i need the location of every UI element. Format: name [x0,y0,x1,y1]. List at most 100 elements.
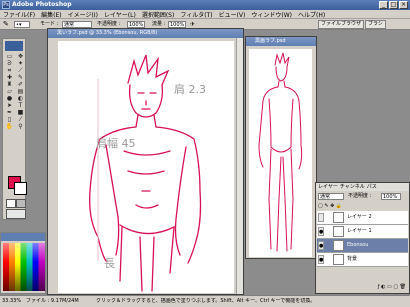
tab-channels[interactable]: チャンネル [340,183,365,191]
sketch-note-2: 肩幅 45 [96,136,136,150]
zoom-tool-icon[interactable]: ⚲ [15,123,26,130]
eye-icon[interactable]: ● [318,255,324,264]
standard-mode-icon[interactable] [6,199,16,208]
sketch-note-3: 長 [104,257,115,270]
status-bar: 33.33% ファイル : 9.17M/24M クリック＆ドラッグすると、描画色… [0,295,410,307]
swatches-panel [0,232,46,294]
layer-row[interactable]: レイヤー 2 [317,211,408,225]
layer-visibility-toggle[interactable] [318,213,324,222]
layer-opacity-field[interactable]: 100% [381,193,401,200]
sketch-note-1: 肩 2.3 [174,82,206,96]
layer-thumbnail [333,254,344,265]
layer-thumbnail [333,240,344,251]
tab-layers[interactable]: レイヤー [318,183,338,191]
brush-tool-icon[interactable]: ✎ [15,74,26,81]
dodge-tool-icon[interactable]: ◐ [15,95,26,102]
layer-blend-mode-select[interactable]: 通常 [318,193,344,200]
zoom-level[interactable]: 33.33% [2,298,21,305]
mode-select[interactable]: 通常 [62,21,92,28]
minimize-button[interactable]: _ [379,1,388,9]
layer-name: レイヤー 1 [347,228,372,234]
flow-label: 流量 : [152,21,166,27]
lasso-tool-icon[interactable]: ᘐ [4,60,15,67]
layer-lock-icons[interactable]: ▢ ✎ ✥ 🔒 [318,203,402,209]
background-color-swatch[interactable] [14,182,27,195]
window-title: Adobe Photoshop [12,1,72,8]
eye-icon[interactable]: ● [318,241,324,250]
close-button[interactable]: × [399,1,408,9]
layer-row[interactable]: ● レイヤー 1 [317,225,408,239]
type-tool-icon[interactable]: T [15,102,26,109]
document-title-2[interactable]: 黒画ラフ.psd [246,37,316,46]
shape-tool-icon[interactable]: ■ [15,109,26,116]
layer-panel-buttons[interactable]: ƒ ◐ ▭ ▢ 🗑 [318,283,406,291]
crop-tool-icon[interactable]: ⌗ [4,67,15,74]
layer-thumbnail [333,212,344,223]
opacity-label: 不透明度 : [97,21,121,27]
vertical-scrollbar[interactable] [236,38,243,294]
clone-stamp-icon[interactable]: ♜ [4,81,15,88]
menu-filter[interactable]: フィルタ(T) [177,10,215,19]
eyedropper-tool-icon[interactable]: ⁄ [15,116,26,123]
menu-select[interactable]: 選択範囲(S) [139,10,178,19]
notes-tool-icon[interactable]: ▯ [4,116,15,123]
blur-tool-icon[interactable]: ● [4,95,15,102]
magic-wand-tool-icon[interactable]: ✦ [15,60,26,67]
flow-field[interactable]: 100% [168,21,186,28]
brush-tool-icon[interactable]: ✎ [3,21,9,28]
menu-edit[interactable]: 編集(E) [38,10,64,19]
window-controls: _ □ × [379,1,408,9]
menu-file[interactable]: ファイル(F) [0,10,38,19]
gradient-tool-icon[interactable]: ▤ [15,88,26,95]
menu-layer[interactable]: レイヤー(L) [101,10,139,19]
toolbox: ▭ ✥ ᘐ ✦ ⌗ ⟋ ✚ ✎ ♜ ✐ ▱ ▤ ● ◐ ➤ T ✒ ■ ▯ ⁄ … [2,38,27,220]
palette-well: ファイルブラウザ ブラシ [318,20,386,29]
title-bar: Ps Adobe Photoshop _ □ × [0,0,410,10]
menu-image[interactable]: イメージ(I) [65,10,101,19]
maximize-button[interactable]: □ [389,1,398,9]
tool-grid: ▭ ✥ ᘐ ✦ ⌗ ⟋ ✚ ✎ ♜ ✐ ▱ ▤ ● ◐ ➤ T ✒ ■ ▯ ⁄ … [4,53,26,130]
layer-thumbnail [333,226,344,237]
move-tool-icon[interactable]: ✥ [15,53,26,60]
menu-window[interactable]: ウィンドウ(W) [248,10,295,19]
layer-name: 背景 [347,256,358,262]
layers-panel: レイヤー チャンネル パス 通常 不透明度 : 100% ▢ ✎ ✥ 🔒 レイヤ… [315,182,410,294]
layer-name: レイヤー 2 [347,214,372,220]
pen-tool-icon[interactable]: ✒ [4,109,15,116]
swatches-panel-header [1,233,45,241]
toolbox-logo [5,41,23,51]
layer-row[interactable]: ● 背景 [317,253,408,267]
sketch-figure-small [258,52,303,252]
menu-help[interactable]: ヘルプ(H) [295,10,328,19]
canvas-second[interactable] [249,49,312,257]
layer-row-selected[interactable]: ● Ebonsou [317,239,408,253]
healing-brush-icon[interactable]: ✚ [4,74,15,81]
document-title[interactable]: 黒いラフ.psd @ 33.3% (Ebonsou, RGB/8) [48,29,243,38]
document-window-main: 黒いラフ.psd @ 33.3% (Ebonsou, RGB/8) 肩 2.3 … [47,28,244,295]
tab-brushes[interactable]: ブラシ [365,20,386,29]
history-brush-icon[interactable]: ✐ [15,81,26,88]
opacity-field[interactable]: 100% [127,21,145,28]
swatch-grid[interactable] [3,243,45,291]
sketch-figure-large: 肩 2.3 肩幅 45 長 [89,54,206,292]
layer-name: Ebonsou [347,242,369,248]
hand-tool-icon[interactable]: ✋ [4,123,15,130]
marquee-tool-icon[interactable]: ▭ [4,53,15,60]
menu-view[interactable]: ビュー(V) [216,10,249,19]
eye-icon[interactable]: ● [318,227,324,236]
slice-tool-icon[interactable]: ⟋ [15,67,26,74]
tab-file-browser[interactable]: ファイルブラウザ [318,20,365,29]
canvas-main[interactable]: 肩 2.3 肩幅 45 長 [58,41,234,293]
airbrush-icon[interactable]: ✈ [190,21,195,28]
brush-preset-picker[interactable]: •▾ [14,21,30,28]
tab-paths[interactable]: パス [367,183,377,191]
palette-dock-area [318,30,410,180]
status-hint: クリック＆ドラッグすると、描画色で塗りつぶします。Shift、Alt キー、Ct… [96,298,316,304]
photoshop-app-icon: Ps [2,1,10,9]
screen-mode-icon[interactable] [6,209,26,219]
path-selection-icon[interactable]: ➤ [4,102,15,109]
document-window-second: 黒画ラフ.psd [245,36,317,259]
menu-bar: ファイル(F) 編集(E) イメージ(I) レイヤー(L) 選択範囲(S) フィ… [0,10,410,19]
eraser-tool-icon[interactable]: ▱ [4,88,15,95]
quick-mask-icon[interactable] [16,199,26,208]
